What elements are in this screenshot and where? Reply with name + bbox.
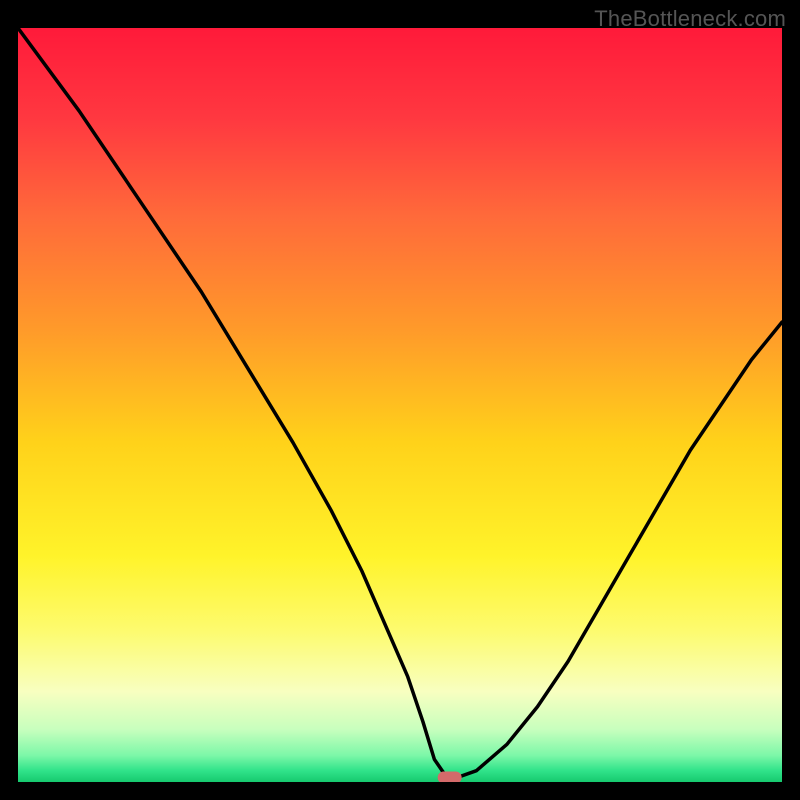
- chart-frame: TheBottleneck.com: [0, 0, 800, 800]
- watermark-label: TheBottleneck.com: [594, 6, 786, 32]
- bottleneck-chart: [18, 28, 782, 782]
- minimum-marker: [438, 771, 462, 782]
- plot-area: [18, 28, 782, 782]
- gradient-background: [18, 28, 782, 782]
